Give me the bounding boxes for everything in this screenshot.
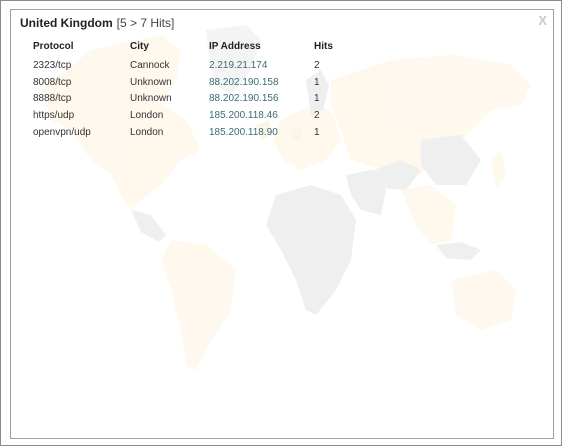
cell-city: Unknown: [130, 93, 172, 105]
table-row: 8008/tcp Unknown 88.202.190.158 1: [33, 74, 354, 91]
hits-dialog: United Kingdom [5 > 7 Hits] X Protocol Ci…: [0, 0, 562, 446]
cell-city: London: [130, 110, 164, 122]
column-header-ip-address: IP Address: [209, 40, 261, 52]
cell-hits: 1: [314, 93, 320, 105]
cell-city: London: [130, 127, 164, 139]
column-header-protocol: Protocol: [33, 40, 74, 52]
cell-ip-address: 2.219.21.174: [209, 59, 268, 71]
cell-protocol: https/udp: [33, 110, 75, 122]
table-row: 8888/tcp Unknown 88.202.190.156 1: [33, 91, 354, 108]
hits-summary: [5 > 7 Hits]: [116, 16, 175, 30]
table-row: 2323/tcp Cannock 2.219.21.174 2: [33, 57, 354, 74]
table-row: openvpn/udp London 185.200.118.90 1: [33, 124, 354, 141]
dialog-body: United Kingdom [5 > 7 Hits] X Protocol Ci…: [10, 9, 554, 439]
column-header-city: City: [130, 40, 149, 52]
cell-hits: 2: [314, 59, 320, 71]
cell-protocol: openvpn/udp: [33, 127, 91, 139]
table-header-row: Protocol City IP Address Hits: [33, 40, 354, 57]
cell-city: Unknown: [130, 76, 172, 88]
cell-hits: 2: [314, 110, 320, 122]
cell-ip-address: 88.202.190.158: [209, 76, 279, 88]
country-name: United Kingdom: [20, 16, 113, 30]
cell-ip-address: 88.202.190.156: [209, 93, 279, 105]
dialog-title: United Kingdom [5 > 7 Hits]: [20, 16, 174, 30]
cell-hits: 1: [314, 127, 320, 139]
column-header-hits: Hits: [314, 40, 333, 52]
cell-ip-address: 185.200.118.46: [209, 110, 278, 122]
table-row: https/udp London 185.200.118.46 2: [33, 107, 354, 124]
cell-ip-address: 185.200.118.90: [209, 127, 278, 139]
hits-table: Protocol City IP Address Hits 2323/tcp C…: [33, 40, 354, 141]
cell-protocol: 8008/tcp: [33, 76, 72, 88]
close-button[interactable]: X: [538, 13, 547, 28]
cell-protocol: 8888/tcp: [33, 93, 72, 105]
cell-city: Cannock: [130, 59, 170, 71]
cell-hits: 1: [314, 76, 320, 88]
cell-protocol: 2323/tcp: [33, 59, 72, 71]
